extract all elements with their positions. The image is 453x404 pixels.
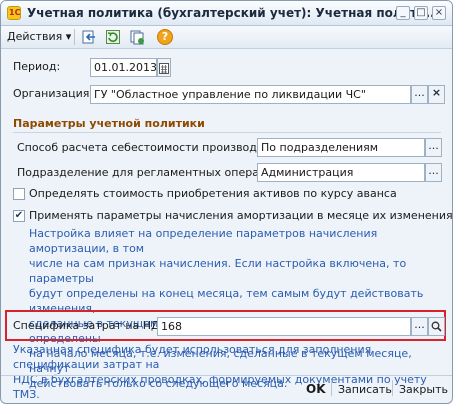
department-label: Подразделение для регламентных операций:: [17, 166, 285, 179]
copy-icon[interactable]: [129, 29, 145, 45]
refresh-icon[interactable]: [105, 29, 121, 45]
bottom-divider: [1, 375, 452, 376]
chevron-down-icon: ▾: [65, 30, 72, 43]
note-line: Указанная специфика будет использоваться…: [13, 343, 372, 371]
period-field[interactable]: 01.01.2013: [90, 58, 157, 77]
note-line: Настройка влияет на определение параметр…: [29, 227, 378, 255]
calendar-icon[interactable]: [157, 58, 171, 77]
close-window-button[interactable]: ×: [432, 6, 446, 20]
vat-cost-field[interactable]: 168: [157, 317, 411, 336]
toolbar-divider: [74, 29, 75, 45]
ok-button[interactable]: OK: [306, 382, 326, 396]
go-back-icon[interactable]: [81, 29, 97, 45]
vat-cost-label: Специфика затрат на НДС:: [13, 319, 172, 332]
org-clear-button[interactable]: ×: [428, 85, 445, 104]
period-label: Период:: [13, 60, 61, 73]
help-icon[interactable]: ?: [157, 29, 173, 45]
vat-cost-select-button[interactable]: ...: [411, 317, 428, 336]
depreciation-checkbox[interactable]: ✔: [13, 210, 25, 222]
actions-menu[interactable]: Действия ▾: [7, 30, 71, 43]
department-field[interactable]: Администрация: [257, 163, 425, 182]
title-bar: Учетная политика (бухгалтерский учет): У…: [1, 1, 452, 26]
org-select-button[interactable]: ...: [411, 85, 428, 104]
actions-menu-label: Действия: [7, 30, 63, 43]
close-button[interactable]: Закрыть: [399, 383, 448, 396]
window-title: Учетная политика (бухгалтерский учет): У…: [27, 6, 444, 20]
write-button[interactable]: Записать: [338, 383, 392, 396]
minimize-button[interactable]: _: [396, 6, 410, 20]
cost-method-select-button[interactable]: ...: [425, 138, 442, 157]
section-title: Параметры учетной политики: [13, 117, 205, 130]
toolbar: Действия ▾ ?: [1, 26, 452, 49]
button-divider: [331, 380, 332, 396]
cost-method-field[interactable]: По подразделениям: [257, 138, 425, 157]
cost-method-label: Способ расчета себестоимости производств…: [17, 141, 287, 154]
department-select-button[interactable]: ...: [425, 163, 442, 182]
depreciation-label: Применять параметры начисления амортизац…: [29, 209, 453, 222]
maximize-button[interactable]: □: [414, 6, 428, 20]
advance-rate-label: Определять стоимость приобретения активо…: [29, 187, 397, 200]
note-line: числе на сам признак начисления. Если на…: [29, 257, 407, 285]
advance-rate-checkbox[interactable]: [13, 188, 25, 200]
button-divider: [392, 380, 393, 396]
organization-label: Организация:: [13, 87, 94, 100]
search-icon[interactable]: [428, 317, 445, 336]
organization-field[interactable]: ГУ "Областное управление по ликвидации Ч…: [90, 85, 411, 104]
app-logo-icon: [7, 6, 21, 20]
accounting-policy-window: Учетная политика (бухгалтерский учет): У…: [0, 0, 453, 404]
section-divider: [13, 132, 441, 133]
